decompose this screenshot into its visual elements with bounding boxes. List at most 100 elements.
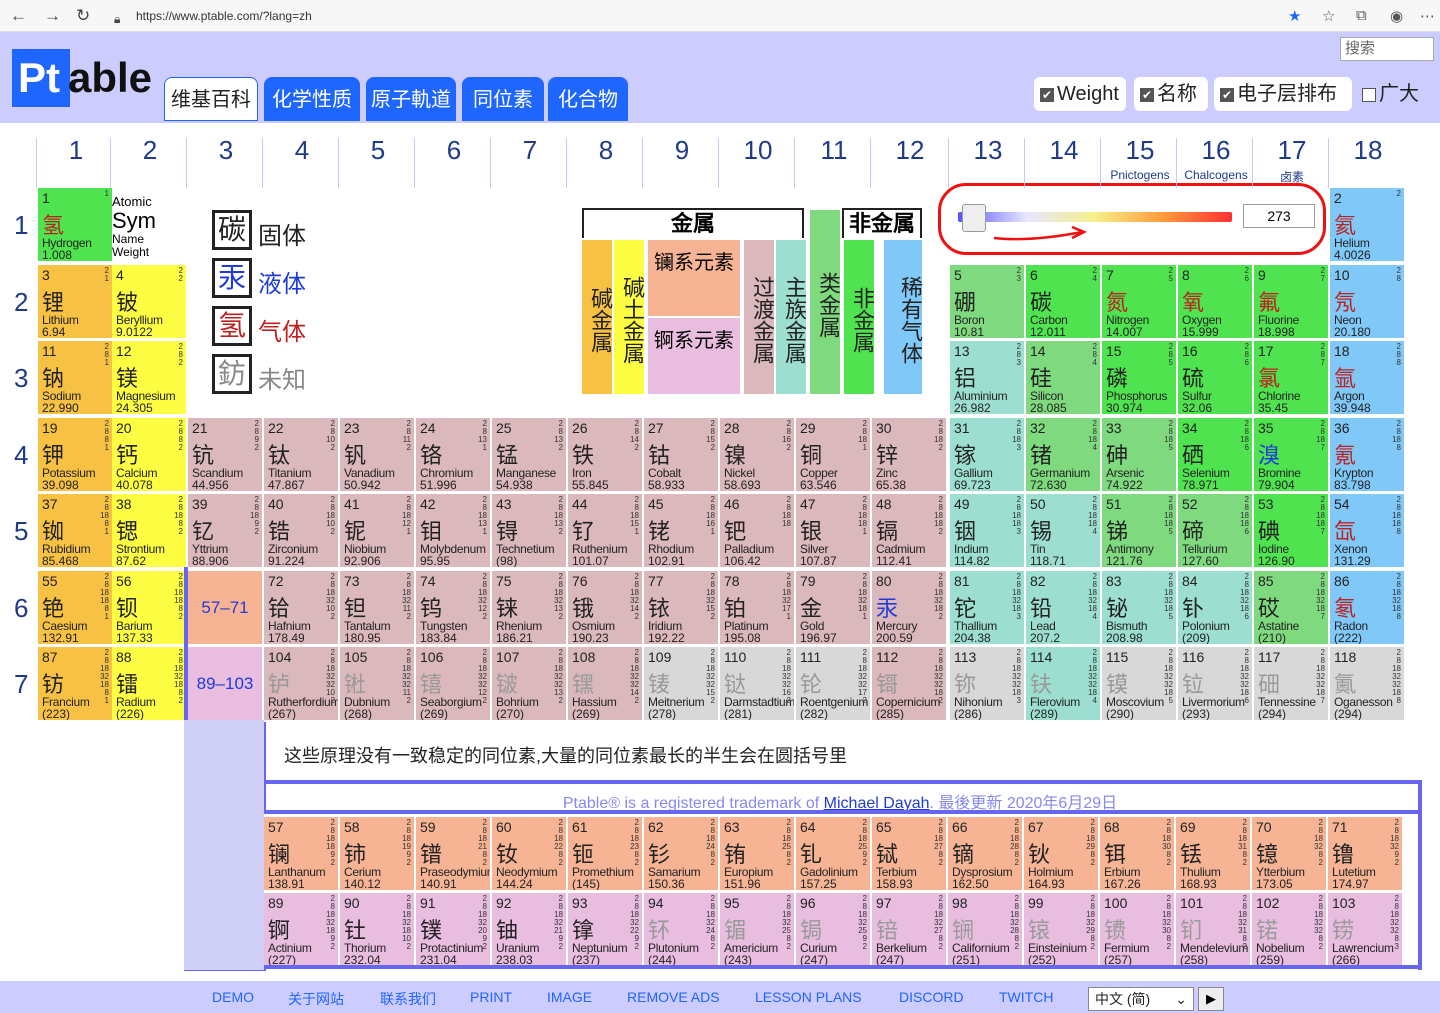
element-cell[interactable]: 47 银 Silver 107.87 2 8 18 18 1 bbox=[796, 494, 870, 567]
element-cell[interactable]: 111 𬬭 Roentgenium (282) 2 8 18 32 32 17 2 bbox=[796, 647, 870, 720]
element-cell[interactable]: 76 锇 Osmium 190.23 2 8 18 32 14 2 bbox=[568, 571, 642, 644]
element-cell[interactable]: 83 铋 Bismuth 208.98 2 8 18 32 18 5 bbox=[1102, 571, 1176, 644]
element-cell[interactable]: 115 镆 Moscovium (290) 2 8 18 32 32 18 5 bbox=[1102, 647, 1176, 720]
element-cell[interactable]: 92 铀 Uranium 238.03 2 8 18 32 21 9 2 bbox=[492, 893, 566, 966]
element-cell[interactable]: 108 𬭶 Hassium (269) 2 8 18 32 32 14 2 bbox=[568, 647, 642, 720]
checkbox-icon[interactable]: ✔ bbox=[1040, 87, 1054, 102]
element-cell[interactable]: 41 铌 Niobium 92.906 2 8 18 12 1 bbox=[340, 494, 414, 567]
element-cell[interactable]: 91 镤 Protactinium 231.04 2 8 18 32 20 9 2 bbox=[416, 893, 490, 966]
search-input[interactable]: 搜索 bbox=[1340, 37, 1434, 61]
element-cell[interactable]: 32 锗 Germanium 72.630 2 8 18 4 bbox=[1026, 418, 1100, 491]
element-cell[interactable]: 94 钚 Plutonium (244) 2 8 18 32 24 8 2 bbox=[644, 893, 718, 966]
collections-icon[interactable]: ⧉ bbox=[1356, 7, 1367, 24]
element-cell[interactable]: 56 钡 Barium 137.33 2 8 18 18 8 2 bbox=[112, 571, 186, 644]
tab-1[interactable]: 化学性质 bbox=[264, 77, 360, 121]
element-cell[interactable]: 16 硫 Sulfur 32.06 2 8 6 bbox=[1178, 341, 1252, 414]
footer-link[interactable]: LESSON PLANS bbox=[755, 989, 862, 1005]
tab-2[interactable]: 原子軌道 bbox=[366, 77, 456, 121]
footer-link[interactable]: IMAGE bbox=[547, 989, 592, 1005]
temperature-input[interactable]: 273 bbox=[1243, 204, 1315, 228]
element-cell[interactable]: 9 氟 Fluorine 18.998 2 7 bbox=[1254, 265, 1328, 338]
check-1[interactable]: ✔ 名称 bbox=[1134, 77, 1208, 111]
go-button[interactable]: ▶ bbox=[1198, 987, 1224, 1011]
element-cell[interactable]: 101 钔 Mendelevium (258) 2 8 18 32 31 8 2 bbox=[1176, 893, 1250, 966]
element-cell[interactable]: 28 镍 Nickel 58.693 2 8 16 2 bbox=[720, 418, 794, 491]
element-cell[interactable]: 1 氢 Hydrogen 1.008 1 bbox=[38, 188, 112, 261]
element-cell[interactable]: 52 碲 Tellurium 127.60 2 8 18 18 6 bbox=[1178, 494, 1252, 567]
element-cell[interactable]: 4 铍 Beryllium 9.0122 2 2 bbox=[112, 265, 186, 338]
element-cell[interactable]: 103 铹 Lawrencium (266) 2 8 18 32 32 8 3 bbox=[1328, 893, 1402, 966]
tab-4[interactable]: 化合物 bbox=[548, 77, 628, 121]
element-cell[interactable]: 42 钼 Molybdenum 95.95 2 8 18 13 1 bbox=[416, 494, 490, 567]
element-cell[interactable]: 44 钌 Ruthenium 101.07 2 8 18 15 1 bbox=[568, 494, 642, 567]
element-cell[interactable]: 23 钒 Vanadium 50.942 2 8 11 2 bbox=[340, 418, 414, 491]
element-cell[interactable]: 90 钍 Thorium 232.04 2 8 18 32 18 10 2 bbox=[340, 893, 414, 966]
element-cell[interactable]: 46 钯 Palladium 106.42 2 8 18 18 bbox=[720, 494, 794, 567]
element-cell[interactable]: 82 铅 Lead 207.2 2 8 18 32 18 4 bbox=[1026, 571, 1100, 644]
element-cell[interactable]: 10 氖 Neon 20.180 2 8 bbox=[1330, 265, 1404, 338]
footer-link[interactable]: 联系我们 bbox=[380, 989, 436, 1009]
element-cell[interactable]: 30 锌 Zinc 65.38 2 8 18 2 bbox=[872, 418, 946, 491]
element-cell[interactable]: 62 钐 Samarium 150.36 2 8 18 24 8 2 bbox=[644, 817, 718, 890]
slider-thumb[interactable] bbox=[962, 204, 986, 232]
element-cell[interactable]: 37 铷 Rubidium 85.468 2 8 18 8 1 bbox=[38, 494, 112, 567]
element-cell[interactable]: 19 钾 Potassium 39.098 2 8 8 1 bbox=[38, 418, 112, 491]
element-cell[interactable]: 117 鿬 Tennessine (294) 2 8 18 32 32 18 7 bbox=[1254, 647, 1328, 720]
footer-link[interactable]: 关于网站 bbox=[288, 989, 344, 1009]
element-cell[interactable]: 106 𬭳 Seaborgium (269) 2 8 18 32 32 12 2 bbox=[416, 647, 490, 720]
element-cell[interactable]: 97 锫 Berkelium (247) 2 8 18 32 27 8 2 bbox=[872, 893, 946, 966]
lanthanide-placeholder[interactable]: 57–71 bbox=[188, 571, 262, 644]
element-cell[interactable]: 2 氦 Helium 4.0026 2 bbox=[1330, 188, 1404, 261]
element-cell[interactable]: 75 铼 Rhenium 186.21 2 8 18 32 13 2 bbox=[492, 571, 566, 644]
element-cell[interactable]: 104 𬬻 Rutherfordium (267) 2 8 18 32 32 10 2 bbox=[264, 647, 338, 720]
element-cell[interactable]: 27 钴 Cobalt 58.933 2 8 15 2 bbox=[644, 418, 718, 491]
element-cell[interactable]: 65 铽 Terbium 158.93 2 8 18 27 8 2 bbox=[872, 817, 946, 890]
footer-link[interactable]: DEMO bbox=[212, 989, 254, 1005]
element-cell[interactable]: 5 硼 Boron 10.81 2 3 bbox=[950, 265, 1024, 338]
element-cell[interactable]: 102 锘 Nobelium (259) 2 8 18 32 32 8 2 bbox=[1252, 893, 1326, 966]
element-cell[interactable]: 68 铒 Erbium 167.26 2 8 18 30 8 2 bbox=[1100, 817, 1174, 890]
element-cell[interactable]: 79 金 Gold 196.97 2 8 18 32 18 1 bbox=[796, 571, 870, 644]
element-cell[interactable]: 18 氩 Argon 39.948 2 8 8 bbox=[1330, 341, 1404, 414]
element-cell[interactable]: 113 鿭 Nihonium (286) 2 8 18 32 32 18 3 bbox=[950, 647, 1024, 720]
tab-3[interactable]: 同位素 bbox=[462, 77, 544, 121]
element-cell[interactable]: 114 𫓧 Flerovium (289) 2 8 18 32 32 18 4 bbox=[1026, 647, 1100, 720]
element-cell[interactable]: 25 锰 Manganese 54.938 2 8 13 2 bbox=[492, 418, 566, 491]
element-cell[interactable]: 31 镓 Gallium 69.723 2 8 18 3 bbox=[950, 418, 1024, 491]
element-cell[interactable]: 26 铁 Iron 55.845 2 8 14 2 bbox=[568, 418, 642, 491]
element-cell[interactable]: 11 钠 Sodium 22.990 2 8 1 bbox=[38, 341, 112, 414]
element-cell[interactable]: 48 镉 Cadmium 112.41 2 8 18 18 2 bbox=[872, 494, 946, 567]
element-cell[interactable]: 24 铬 Chromium 51.996 2 8 13 1 bbox=[416, 418, 490, 491]
language-select[interactable]: 中文 (简) ⌄ bbox=[1088, 987, 1194, 1011]
reload-icon[interactable]: ↻ bbox=[76, 6, 90, 26]
address-bar[interactable]: https://www.ptable.com/?lang=zh bbox=[118, 5, 1298, 27]
element-cell[interactable]: 86 氡 Radon (222) 2 8 18 32 18 8 bbox=[1330, 571, 1404, 644]
element-cell[interactable]: 95 镅 Americium (243) 2 8 18 32 25 8 2 bbox=[720, 893, 794, 966]
element-cell[interactable]: 96 锔 Curium (247) 2 8 18 32 25 9 2 bbox=[796, 893, 870, 966]
element-cell[interactable]: 116 𫟷 Livermorium (293) 2 8 18 32 32 18 6 bbox=[1178, 647, 1252, 720]
element-cell[interactable]: 38 锶 Strontium 87.62 2 8 18 8 2 bbox=[112, 494, 186, 567]
forward-icon[interactable]: → bbox=[44, 6, 61, 26]
element-cell[interactable]: 72 铪 Hafnium 178.49 2 8 18 32 10 2 bbox=[264, 571, 338, 644]
footer-link[interactable]: TWITCH bbox=[999, 989, 1053, 1005]
element-cell[interactable]: 45 铑 Rhodium 102.91 2 8 18 16 1 bbox=[644, 494, 718, 567]
element-cell[interactable]: 29 铜 Copper 63.546 2 8 18 1 bbox=[796, 418, 870, 491]
checkbox-icon[interactable]: ✔ bbox=[1220, 87, 1234, 102]
element-cell[interactable]: 70 镱 Ytterbium 173.05 2 8 18 32 8 2 bbox=[1252, 817, 1326, 890]
element-cell[interactable]: 3 锂 Lithium 6.94 2 1 bbox=[38, 265, 112, 338]
element-cell[interactable]: 84 钋 Polonium (209) 2 8 18 32 18 6 bbox=[1178, 571, 1252, 644]
element-cell[interactable]: 55 铯 Caesium 132.91 2 8 18 18 8 1 bbox=[38, 571, 112, 644]
element-cell[interactable]: 53 碘 Iodine 126.90 2 8 18 18 7 bbox=[1254, 494, 1328, 567]
favorites-icon[interactable]: ☆ bbox=[1322, 7, 1335, 25]
element-cell[interactable]: 51 锑 Antimony 121.76 2 8 18 18 5 bbox=[1102, 494, 1176, 567]
element-cell[interactable]: 34 硒 Selenium 78.971 2 8 18 6 bbox=[1178, 418, 1252, 491]
element-cell[interactable]: 58 铈 Cerium 140.12 2 8 18 19 9 2 bbox=[340, 817, 414, 890]
element-cell[interactable]: 6 碳 Carbon 12.011 2 4 bbox=[1026, 265, 1100, 338]
element-cell[interactable]: 81 铊 Thallium 204.38 2 8 18 32 18 3 bbox=[950, 571, 1024, 644]
check-3[interactable]: 广大 bbox=[1356, 77, 1424, 111]
element-cell[interactable]: 66 镝 Dysprosium 162.50 2 8 18 28 8 2 bbox=[948, 817, 1022, 890]
element-cell[interactable]: 20 钙 Calcium 40.078 2 8 8 2 bbox=[112, 418, 186, 491]
element-cell[interactable]: 33 砷 Arsenic 74.922 2 8 18 5 bbox=[1102, 418, 1176, 491]
element-cell[interactable]: 50 锡 Tin 118.71 2 8 18 18 4 bbox=[1026, 494, 1100, 567]
element-cell[interactable]: 59 镨 Praseodymium 140.91 2 8 18 21 8 2 bbox=[416, 817, 490, 890]
